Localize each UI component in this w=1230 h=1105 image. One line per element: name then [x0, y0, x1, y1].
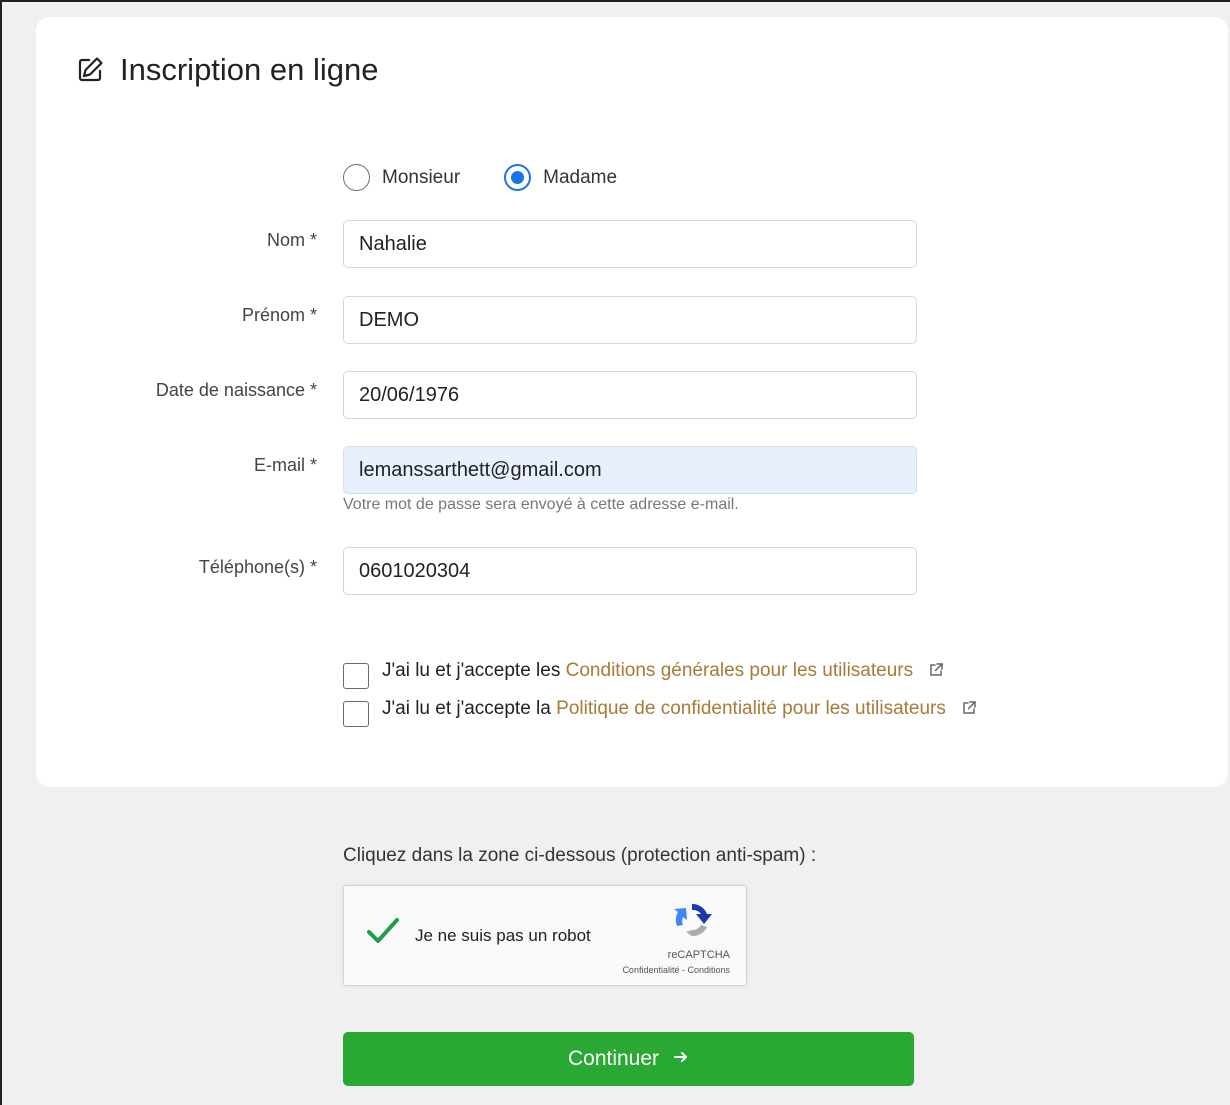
continue-label: Continuer: [567, 1047, 660, 1070]
captcha-label: Je ne suis pas un robot: [415, 926, 591, 945]
birthdate-label: Date de naissance *: [155, 380, 317, 400]
radio-madame-circle[interactable]: [504, 164, 532, 191]
civility-radio-group: Monsieur Madame: [343, 164, 617, 191]
prenom-label: Prénom *: [241, 305, 317, 325]
continue-button[interactable]: Continuer: [343, 1032, 914, 1086]
cgu-consent: J'ai lu et j'accepte les Conditions géné…: [343, 655, 944, 689]
cgu-link[interactable]: Conditions générales pour les utilisateu…: [566, 660, 913, 681]
nom-label: Nom *: [266, 230, 317, 250]
captcha-terms[interactable]: Confidentialité - Conditions: [622, 965, 730, 975]
birthdate-input[interactable]: 20/06/1976: [343, 371, 917, 419]
nom-input[interactable]: Nahalie: [343, 220, 917, 268]
radio-monsieur-circle[interactable]: [343, 164, 370, 191]
privacy-link[interactable]: Politique de confidentialité pour les ut…: [556, 698, 946, 719]
captcha-instruction: Cliquez dans la zone ci-dessous (protect…: [343, 845, 817, 866]
privacy-checkbox[interactable]: [343, 701, 369, 727]
cgu-text: J'ai lu et j'accepte les Conditions géné…: [382, 660, 944, 684]
email-label: E-mail *: [253, 455, 317, 475]
recaptcha-logo-icon: [670, 900, 714, 945]
checkmark-icon[interactable]: [366, 916, 400, 951]
radio-madame-label: Madame: [543, 166, 618, 188]
page-title: Inscription en ligne: [120, 52, 379, 87]
privacy-prefix: J'ai lu et j'accepte la: [382, 698, 551, 719]
external-link-icon[interactable]: [961, 700, 977, 722]
privacy-consent: J'ai lu et j'accepte la Politique de con…: [343, 693, 977, 727]
email-input[interactable]: lemanssarthett@gmail.com: [343, 446, 917, 494]
radio-monsieur[interactable]: Monsieur: [343, 164, 460, 191]
arrow-right-icon: [673, 1047, 689, 1071]
phone-input[interactable]: 0601020304: [343, 547, 917, 595]
page-header: Inscription en ligne: [76, 48, 379, 92]
external-link-icon[interactable]: [928, 662, 944, 684]
recaptcha-widget[interactable]: Je ne suis pas un robot reCAPTCHA Confid…: [343, 885, 747, 986]
email-hint: Votre mot de passe sera envoyé à cette a…: [343, 496, 739, 513]
phone-label: Téléphone(s) *: [198, 557, 317, 577]
prenom-input[interactable]: DEMO: [343, 296, 917, 344]
captcha-brand: reCAPTCHA: [667, 949, 730, 961]
cgu-prefix: J'ai lu et j'accepte les: [382, 660, 561, 681]
radio-monsieur-label: Monsieur: [382, 166, 461, 188]
edit-icon: [76, 56, 104, 84]
radio-madame[interactable]: Madame: [504, 164, 617, 191]
cgu-checkbox[interactable]: [343, 663, 369, 689]
privacy-text: J'ai lu et j'accepte la Politique de con…: [382, 698, 977, 722]
